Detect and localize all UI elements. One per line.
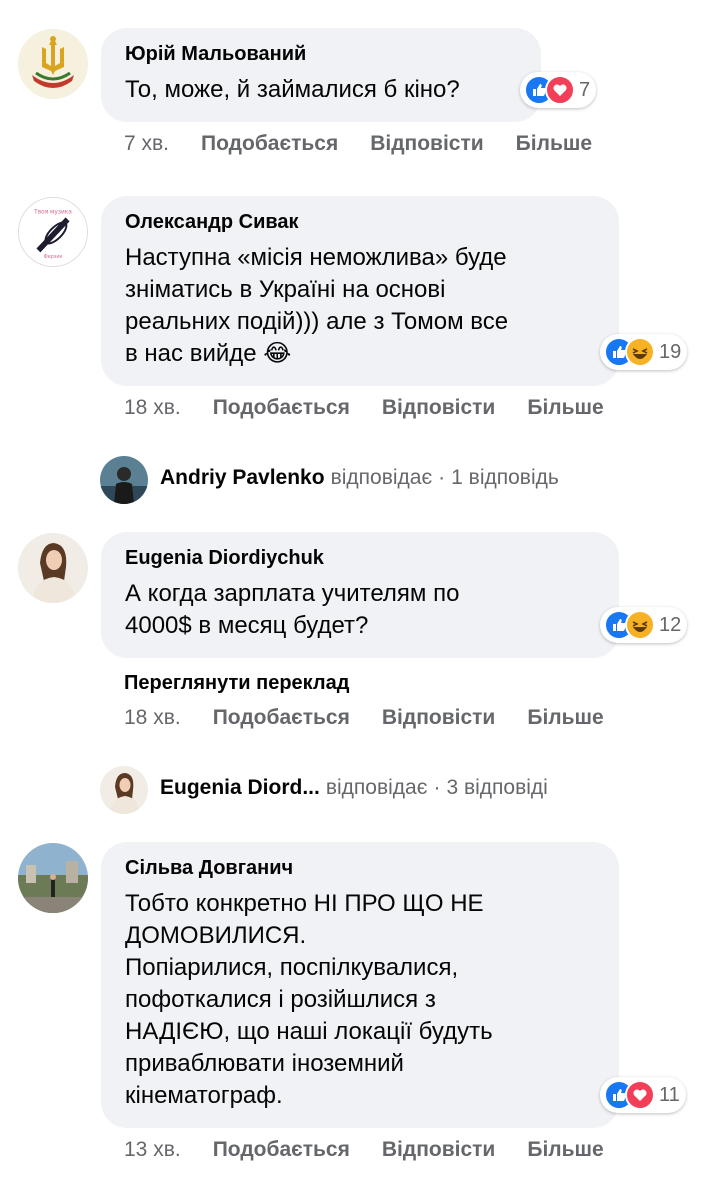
reply-count[interactable]: 1 відповідь (451, 465, 559, 491)
reply-button[interactable]: Відповісти (382, 705, 495, 731)
comment-text: Тобто конкретно НІ ПРО ЩО НЕ ДОМОВИЛИСЯ.… (125, 890, 493, 1109)
reply-button[interactable]: Відповісти (370, 131, 483, 157)
like-button[interactable]: Подобається (213, 395, 350, 421)
woman-photo-avatar (100, 766, 148, 814)
comment-author[interactable]: Олександр Сивак (125, 210, 299, 234)
like-button[interactable]: Подобається (213, 1137, 350, 1163)
avatar[interactable]: Твоя музика Ферзик (18, 197, 88, 267)
avatar[interactable] (18, 29, 88, 99)
more-button[interactable]: Більше (527, 1137, 603, 1163)
coat-of-arms-avatar (18, 29, 88, 99)
comment-author[interactable]: Eugenia Diordiychuk (125, 546, 324, 570)
music-logo-avatar: Твоя музика Ферзик (19, 198, 87, 266)
person-photo-avatar (100, 456, 148, 504)
like-button[interactable]: Подобається (213, 705, 350, 731)
comment-author[interactable]: Юрій Мальований (125, 42, 306, 66)
comment-actions: 18 хв. Подобається Відповісти Більше (124, 705, 636, 731)
svg-text:Ферзик: Ферзик (44, 254, 63, 260)
separator: · (438, 466, 446, 489)
svg-text:Твоя музика: Твоя музика (33, 210, 72, 216)
more-button[interactable]: Більше (527, 395, 603, 421)
avatar[interactable] (18, 843, 88, 913)
reply-author[interactable]: Andriy Pavlenko (160, 465, 325, 491)
reply-button[interactable]: Відповісти (382, 395, 495, 421)
like-button[interactable]: Подобається (201, 131, 338, 157)
reaction-summary[interactable]: 11 (600, 1077, 686, 1113)
avatar[interactable] (100, 456, 148, 504)
city-photo-avatar (18, 843, 88, 913)
comment-actions: 7 хв. Подобається Відповісти Більше (124, 131, 624, 157)
reaction-count: 7 (579, 78, 591, 101)
comment-bubble: Олександр Сивак Наступна «місія неможлив… (101, 196, 619, 386)
more-button[interactable]: Більше (516, 131, 592, 157)
comment-text: Наступна «місія неможлива» буде зніматис… (125, 244, 509, 367)
comment-time[interactable]: 7 хв. (124, 131, 169, 157)
reply-count[interactable]: 3 відповіді (446, 775, 547, 801)
comment-actions: 18 хв. Подобається Відповісти Більше (124, 395, 636, 421)
reaction-summary[interactable]: 19 (600, 334, 688, 370)
comment-text: А когда зарплата учителям по 4000$ в мес… (125, 580, 460, 639)
more-button[interactable]: Більше (527, 705, 603, 731)
reaction-summary[interactable]: 7 (520, 72, 597, 108)
avatar[interactable] (100, 766, 148, 814)
reply-author[interactable]: Eugenia Diord... (160, 775, 320, 801)
comment-bubble: Юрій Мальований То, може, й займалися б … (101, 28, 541, 122)
avatar[interactable] (18, 533, 88, 603)
comment-time[interactable]: 13 хв. (124, 1137, 181, 1163)
reply-verb: відповідає (330, 466, 433, 489)
comment-time[interactable]: 18 хв. (124, 705, 181, 731)
haha-icon (625, 337, 655, 367)
haha-icon (625, 610, 655, 640)
comment-bubble: Eugenia Diordiychuk А когда зарплата учи… (101, 532, 619, 658)
woman-photo-avatar (18, 533, 88, 603)
reply-verb: відповідає (325, 776, 428, 799)
reaction-count: 12 (659, 613, 682, 636)
love-icon (545, 75, 575, 105)
comment-text: То, може, й займалися б кіно? (125, 76, 460, 103)
reply-button[interactable]: Відповісти (382, 1137, 495, 1163)
comment-actions: 13 хв. Подобається Відповісти Більше (124, 1137, 636, 1163)
see-translation-link[interactable]: Переглянути переклад (124, 672, 349, 695)
replies-link[interactable]: Andriy Pavlenko відповідає · 1 відповідь (160, 465, 559, 491)
reaction-count: 11 (659, 1083, 680, 1106)
love-icon (625, 1080, 655, 1110)
separator: · (433, 776, 441, 799)
comment-time[interactable]: 18 хв. (124, 395, 181, 421)
reaction-count: 19 (659, 340, 682, 363)
comment-author[interactable]: Сільва Довганич (125, 856, 293, 880)
replies-link[interactable]: Eugenia Diord... відповідає · 3 відповід… (160, 775, 548, 801)
comment-bubble: Сільва Довганич Тобто конкретно НІ ПРО Щ… (101, 842, 619, 1128)
reaction-summary[interactable]: 12 (600, 607, 688, 643)
